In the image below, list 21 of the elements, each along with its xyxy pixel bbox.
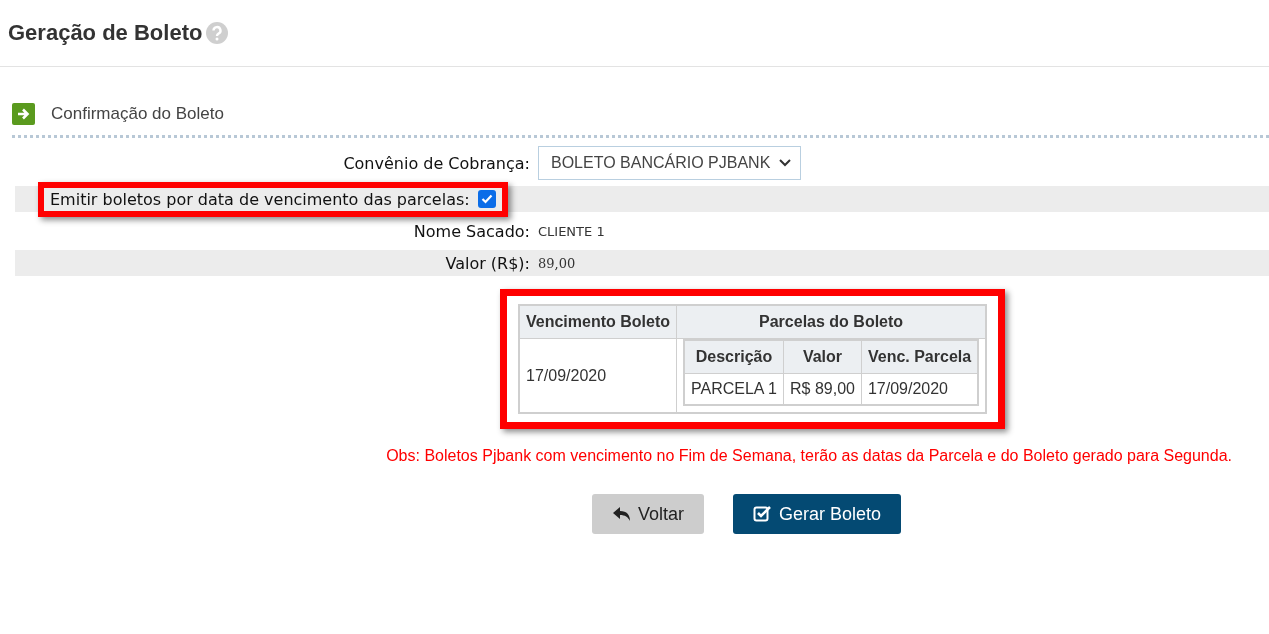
field-label: Emitir boletos por data de vencimento das parcelas: <box>50 189 470 209</box>
field-value: CLIENTE 1 <box>538 223 606 239</box>
column-header: Parcelas do Boleto <box>676 305 987 339</box>
field-label: Valor (R$): <box>445 253 530 273</box>
select-field[interactable]: BOLETO BANCÁRIO PJBANK <box>538 146 802 180</box>
column-header: Venc. Parcela <box>861 340 979 374</box>
page-title: Geração de Boleto <box>8 20 203 46</box>
field-label: Convênio de Cobrança: <box>343 153 530 173</box>
field-value: 89,00 <box>538 255 577 271</box>
field-label: Nome Sacado: <box>413 221 530 241</box>
column-header: Descrição <box>684 340 784 374</box>
column-header: Vencimento Boleto <box>519 305 677 339</box>
note-text: Obs: Boletos Pjbank com vencimento no Fim de Semana, terão as datas da Parcela e do Boleto gerado para Segunda. <box>385 447 1233 465</box>
back-button[interactable]: Voltar <box>592 494 705 534</box>
column-header: Valor <box>783 340 862 374</box>
chevron-icon <box>778 158 793 168</box>
section-title: Confirmação do Boleto <box>51 104 224 124</box>
generate-button[interactable]: Gerar Boleto <box>733 494 902 534</box>
checkbox-icon <box>753 505 774 523</box>
reply-arrow-icon <box>612 505 632 523</box>
checkbox[interactable] <box>477 190 496 208</box>
